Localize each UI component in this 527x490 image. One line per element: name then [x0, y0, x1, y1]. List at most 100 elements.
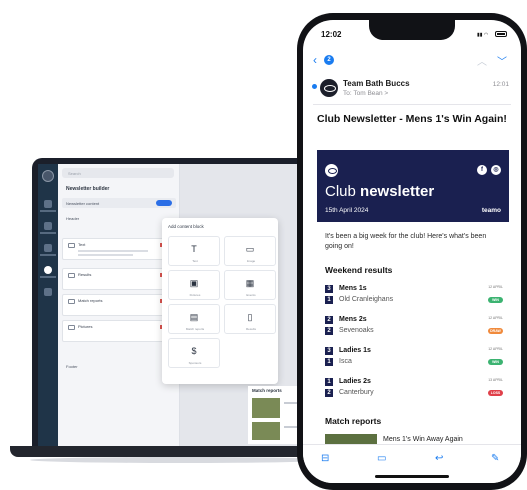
results-icon	[68, 273, 75, 278]
report-thumbnail	[252, 422, 280, 440]
back-chevron-icon[interactable]: ‹	[313, 53, 317, 67]
compose-icon[interactable]: ✎	[491, 453, 499, 464]
intro-text: It's been a big week for the club! Here'…	[325, 233, 487, 250]
fixtures-icon: ▣	[189, 278, 199, 288]
away-score: 2	[325, 389, 333, 397]
tile-sponsors[interactable]: $ Sponsors	[168, 338, 220, 368]
block-label: Results	[78, 272, 92, 277]
members-icon[interactable]	[44, 244, 52, 252]
tile-match-reports[interactable]: ▤ Match reports	[168, 304, 220, 334]
rail-label	[40, 210, 56, 212]
tile-label: Results	[245, 327, 256, 331]
tile-label: Sponsors	[188, 361, 202, 365]
home-team: Mens 2s	[339, 316, 367, 323]
facebook-icon[interactable]: f	[477, 165, 487, 175]
chevron-down-icon[interactable]: ﹀	[497, 53, 507, 68]
app-nav-rail	[38, 164, 58, 446]
mini-card-title: Match reports	[252, 388, 282, 393]
text-icon: T	[191, 244, 197, 254]
footer-label: Footer	[66, 364, 78, 369]
rail-label	[40, 276, 56, 278]
text-icon	[68, 243, 75, 248]
weekend-results-title: Weekend results	[325, 265, 393, 275]
document-icon: ▯	[247, 312, 253, 322]
laptop-base	[10, 446, 345, 457]
result-date: 12 APRIL	[488, 285, 503, 289]
modal-title: Add content block	[168, 224, 204, 229]
outcome-badge: DRAW	[488, 328, 503, 334]
calendar-icon[interactable]	[44, 222, 52, 230]
picture-icon	[68, 325, 75, 330]
mail-time: 12:01	[492, 81, 509, 88]
block-label: Text	[78, 242, 86, 247]
tile-image[interactable]: ▭ Image	[224, 236, 276, 266]
unread-dot	[312, 84, 317, 89]
match-report-icon	[68, 299, 75, 304]
result-row: 3 1 Ladies 1s Isca 12 APRIL WIN	[325, 347, 503, 375]
away-team: Canterbury	[339, 389, 374, 396]
match-reports-title: Match reports	[325, 416, 382, 426]
home-score: 2	[325, 316, 333, 324]
status-time: 12:02	[321, 30, 342, 39]
outcome-badge: WIN	[488, 297, 503, 303]
reply-icon[interactable]: ↩	[435, 453, 443, 464]
result-row: 1 2 Ladies 2s Canterbury 13 APRIL LOSS	[325, 378, 503, 406]
banner-title: Club newsletter	[325, 183, 434, 200]
sponsor-icon: $	[191, 346, 197, 356]
instagram-icon[interactable]: ◎	[491, 165, 501, 175]
search-input[interactable]: Search	[62, 168, 174, 178]
banner-date: 15th April 2024	[325, 207, 369, 214]
tile-label: Image	[246, 259, 256, 263]
home-score: 3	[325, 285, 333, 293]
newsletter-content-row[interactable]: Newsletter content	[62, 198, 176, 208]
home-team: Ladies 2s	[339, 378, 371, 385]
panel-title: Newsletter builder	[66, 186, 110, 192]
club-logo-icon	[325, 164, 338, 177]
block-label: Match reports	[78, 298, 103, 303]
add-button[interactable]	[156, 200, 172, 206]
more-icon[interactable]	[44, 288, 52, 296]
home-icon[interactable]	[44, 200, 52, 208]
add-content-block-modal: Add content block T Text ▭ Image ▣ Fixtu…	[162, 218, 278, 384]
outcome-badge: WIN	[488, 359, 503, 365]
divider	[313, 104, 511, 105]
result-row: 3 1 Mens 1s Old Cranleighans 12 APRIL WI…	[325, 285, 503, 313]
block-row-match-reports[interactable]: Match reports	[62, 294, 176, 316]
newsletter-banner: f ◎ Club newsletter 15th April 2024 team…	[317, 150, 509, 222]
tile-events[interactable]: ▦ Events	[224, 270, 276, 300]
block-row-pictures[interactable]: Pictures	[62, 320, 176, 342]
newsletter-icon[interactable]	[44, 266, 52, 274]
result-date: 12 APRIL	[488, 347, 503, 351]
away-score: 2	[325, 327, 333, 335]
recipient-line[interactable]: To: Tom Bean >	[343, 90, 388, 97]
block-label: Pictures	[78, 324, 93, 329]
block-row-results[interactable]: Results	[62, 268, 176, 290]
tile-fixtures[interactable]: ▣ Fixtures	[168, 270, 220, 300]
block-preview-line	[78, 250, 148, 252]
home-team: Mens 1s	[339, 285, 367, 292]
folder-icon[interactable]: ▭	[377, 453, 386, 464]
chevron-up-icon[interactable]: ︿	[477, 53, 487, 68]
result-date: 13 APRIL	[488, 378, 503, 382]
newsletter-content-label: Newsletter content	[66, 201, 100, 206]
away-score: 1	[325, 296, 333, 304]
rail-label	[40, 254, 56, 256]
away-score: 1	[325, 358, 333, 366]
status-icons: ▮▮ ◠	[477, 31, 507, 38]
tile-text[interactable]: T Text	[168, 236, 220, 266]
result-row: 2 2 Mens 2s Sevenoaks 12 APRIL DRAW	[325, 316, 503, 344]
tile-label: Match reports	[185, 327, 205, 331]
tile-results[interactable]: ▯ Results	[224, 304, 276, 334]
away-team: Old Cranleighans	[339, 296, 394, 303]
battery-icon	[495, 31, 507, 37]
sender-name[interactable]: Team Bath Buccs	[343, 79, 410, 88]
home-score: 3	[325, 347, 333, 355]
calendar-icon: ▦	[245, 278, 255, 288]
match-report-title[interactable]: Mens 1's Win Away Again	[383, 436, 463, 443]
away-team: Isca	[339, 358, 352, 365]
block-row-text[interactable]: Text	[62, 238, 176, 260]
rail-label	[40, 232, 56, 234]
phone-mail-screen: 12:02 ▮▮ ◠ ‹ 2 ︿ ﹀ Team Bath Buccs To: T…	[303, 20, 521, 483]
unread-count-badge: 2	[324, 55, 334, 65]
archive-icon[interactable]: ⊟	[321, 453, 329, 464]
